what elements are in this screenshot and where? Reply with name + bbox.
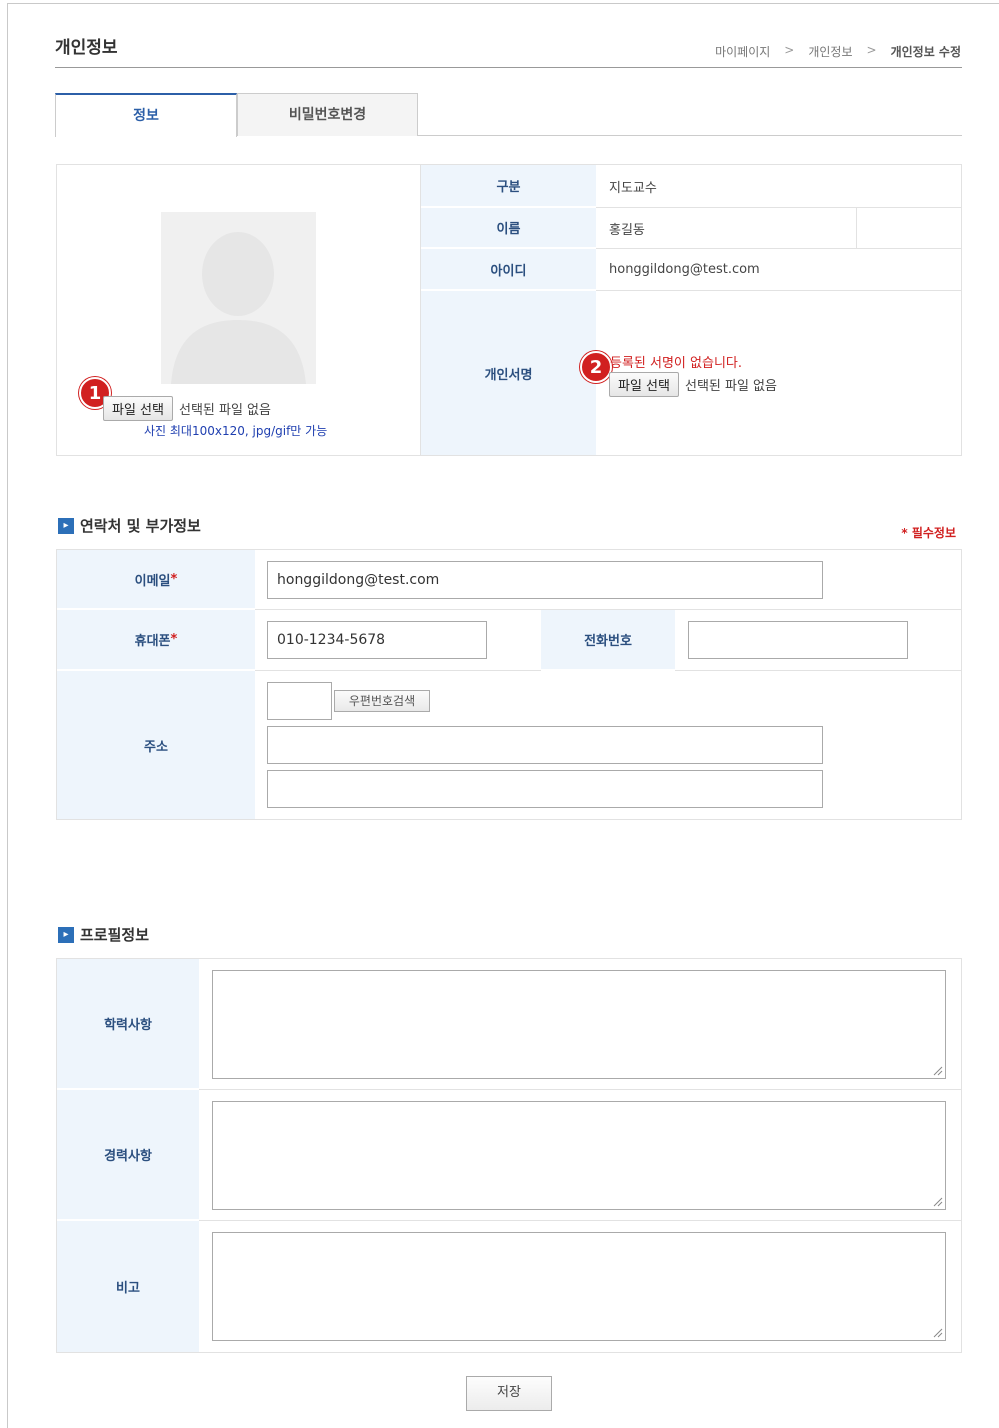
label-name: 이름 [421,208,596,249]
required-mark: * [170,571,178,587]
note-value-cell [199,1221,961,1352]
breadcrumb-separator: > [866,43,877,57]
value-name: 홍길동 [596,208,857,249]
email-value-cell: honggildong@test.com [255,550,961,610]
label-education: 학력사항 [57,959,199,1090]
label-mobile-text: 휴대폰 [134,634,171,649]
callout-badge-2: 2 [580,351,612,383]
career-value-cell [199,1090,961,1221]
photo-hint: 사진 최대100x120, jpg/gif만 가능 [144,424,328,438]
contact-section-title: ▸ 연락처 및 부가정보 [58,515,201,536]
required-note: * 필수정보 [901,526,956,540]
breadcrumb-item-personal-info[interactable]: 개인정보 [808,43,852,60]
address-line2-input[interactable] [267,770,823,808]
name-extra-cell [857,208,962,249]
label-email-text: 이메일 [134,573,171,589]
address-value-cell: 우편번호검색 [255,671,961,819]
email-input[interactable]: honggildong@test.com [267,561,823,599]
career-textarea[interactable] [212,1101,946,1210]
photo-file-picker: 파일 선택 선택된 파일 없음 [103,396,271,421]
label-signature: 개인서명 [421,291,596,455]
signature-file-button[interactable]: 파일 선택 [609,372,679,397]
breadcrumb-item-mypage[interactable]: 마이페이지 [715,43,770,60]
mobile-input[interactable]: 010-1234-5678 [267,621,487,659]
tab-change-password[interactable]: 비밀번호변경 [237,93,418,136]
signature-file-picker: 파일 선택 선택된 파일 없음 [609,372,777,397]
zipcode-input[interactable] [267,682,332,720]
signature-file-status: 선택된 파일 없음 [684,379,777,394]
resize-grip-icon[interactable] [933,1066,943,1076]
phone-input[interactable] [688,621,908,659]
section-arrow-icon: ▸ [58,926,74,943]
resize-grip-icon[interactable] [933,1197,943,1207]
breadcrumb: 마이페이지 > 개인정보 > 개인정보 수정 [715,43,961,60]
profile-section-label: 프로필정보 [80,926,150,944]
save-button[interactable]: 저장 [466,1376,552,1411]
photo-file-button[interactable]: 파일 선택 [103,396,173,421]
personal-info-panel: 1 파일 선택 선택된 파일 없음 사진 최대100x120, jpg/gif만… [56,164,962,456]
profile-section-title: ▸ 프로필정보 [58,924,149,945]
profile-photo-placeholder [161,212,316,384]
breadcrumb-item-current: 개인정보 수정 [890,45,961,59]
breadcrumb-separator: > [784,43,795,57]
label-address: 주소 [57,671,255,819]
tab-info[interactable]: 정보 [55,93,237,137]
mobile-value-cell: 010-1234-5678 [255,610,541,671]
label-id: 아이디 [421,249,596,291]
label-note: 비고 [57,1221,199,1352]
page-title: 개인정보 [55,38,118,58]
label-phone: 전화번호 [541,610,675,671]
required-mark: * [170,632,178,647]
zipcode-search-button[interactable]: 우편번호검색 [334,690,430,712]
value-id: honggildong@test.com [596,249,962,291]
address-line1-input[interactable] [267,726,823,764]
signature-notice: 등록된 서명이 없습니다. [610,356,742,371]
education-textarea[interactable] [212,970,946,1079]
value-signature: 2 등록된 서명이 없습니다. 파일 선택 선택된 파일 없음 [580,291,962,455]
photo-file-status: 선택된 파일 없음 [178,403,271,418]
title-divider [55,67,962,68]
tab-bar: 정보 비밀번호변경 [55,93,962,137]
label-mobile: 휴대폰 * [57,610,255,671]
user-silhouette-icon [161,212,316,384]
contact-table: 이메일 * honggildong@test.com 휴대폰 * 010-1234-… [56,549,962,820]
label-career: 경력사항 [57,1090,199,1221]
contact-section-label: 연락처 및 부가정보 [80,517,201,535]
label-category: 구분 [421,165,596,208]
value-category: 지도교수 [596,165,962,208]
label-email: 이메일 * [57,550,255,610]
education-value-cell [199,959,961,1090]
note-textarea[interactable] [212,1232,946,1341]
profile-table: 학력사항 경력사항 비고 [56,958,962,1353]
photo-cell: 1 파일 선택 선택된 파일 없음 사진 최대100x120, jpg/gif만… [57,165,421,455]
section-arrow-icon: ▸ [58,517,74,534]
resize-grip-icon[interactable] [933,1328,943,1338]
phone-value-cell [675,610,961,671]
